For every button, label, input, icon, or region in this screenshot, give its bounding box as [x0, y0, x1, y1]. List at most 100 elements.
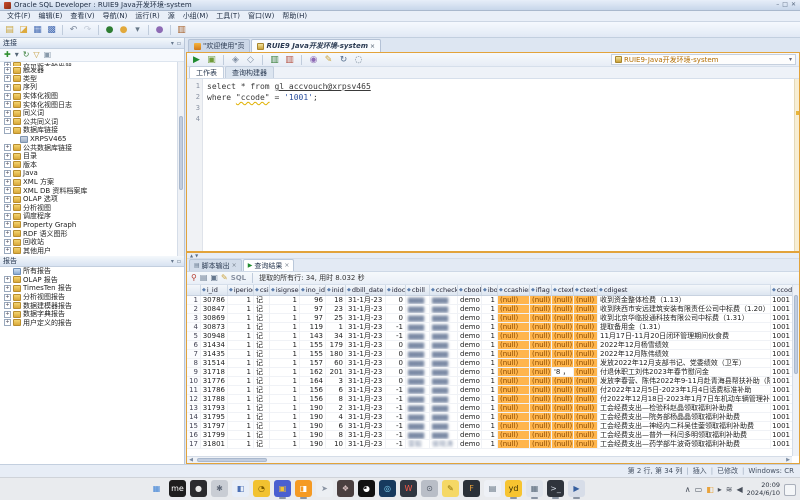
table-cell[interactable]: 1 — [228, 377, 254, 385]
table-cell[interactable]: 1 — [228, 422, 254, 430]
sort-icon[interactable]: ◆ — [553, 287, 557, 293]
table-cell[interactable]: 收到陕西市安远建筑安装有限责任公司中标费（1.20） — [598, 305, 771, 313]
commit-icon[interactable]: ▥ — [268, 53, 281, 66]
table-cell[interactable]: (null) — [574, 323, 598, 331]
sort-icon[interactable]: ◆ — [202, 287, 206, 293]
tray-network-icon[interactable]: ≋ — [726, 485, 733, 494]
table-cell[interactable]: 31-1月-23 — [346, 431, 386, 439]
warning-marker[interactable] — [796, 111, 799, 115]
table-cell[interactable]: 1 — [482, 314, 498, 322]
table-cell[interactable]: (null) — [530, 368, 552, 376]
print-icon[interactable]: ▤ — [200, 274, 208, 282]
editor-tab[interactable]: RUIE9 Java开发环境-system× — [251, 39, 381, 52]
table-cell[interactable]: 0 — [386, 377, 406, 385]
table-cell[interactable]: 201 — [326, 368, 346, 376]
tray-volume-icon[interactable]: ◀ — [737, 485, 743, 494]
table-cell[interactable]: -1 — [386, 332, 406, 340]
table-cell[interactable]: 1 — [482, 350, 498, 358]
sort-icon[interactable]: ◆ — [407, 287, 411, 293]
table-cell[interactable]: 97 — [300, 314, 326, 322]
table-cell[interactable]: (null) — [574, 314, 598, 322]
table-cell[interactable]: 1 — [228, 404, 254, 412]
table-cell[interactable]: (null) — [552, 359, 574, 367]
table-cell[interactable]: demo — [458, 332, 482, 340]
table-cell[interactable]: 1 — [228, 395, 254, 403]
table-cell[interactable]: 190 — [300, 413, 326, 421]
table-cell[interactable]: ▆▆▆ — [406, 395, 430, 403]
table-cell[interactable]: ▆▆▆ — [430, 332, 458, 340]
table-cell[interactable]: 1 — [482, 377, 498, 385]
forward-icon[interactable]: ● — [117, 23, 130, 36]
table-cell[interactable]: (null) — [552, 440, 574, 448]
table-cell[interactable]: (null) — [574, 359, 598, 367]
table-cell[interactable]: (null) — [530, 359, 552, 367]
table-cell[interactable]: (null) — [574, 386, 598, 394]
minimize-icon[interactable]: – — [776, 2, 779, 8]
table-cell[interactable]: ▆▆▆ — [406, 323, 430, 331]
app-plane[interactable]: ➤ — [316, 480, 333, 497]
expander-icon[interactable]: + — [4, 161, 11, 168]
table-cell[interactable]: 发放2022年12月支部书记、党委绩效（卫军） — [598, 359, 771, 367]
table-cell[interactable]: (null) — [530, 440, 552, 448]
table-cell[interactable]: ▆▆▆ — [430, 386, 458, 394]
tree-item[interactable]: +调度程序 — [0, 212, 177, 221]
table-cell[interactable]: 1 — [482, 422, 498, 430]
worksheet-subtab[interactable]: 查询构建器 — [225, 66, 274, 78]
table-cell[interactable]: 1001 — [771, 377, 792, 385]
table-cell[interactable]: 1 — [482, 440, 498, 448]
table-cell[interactable]: (null) — [498, 440, 530, 448]
app-sync[interactable]: ⊙ — [421, 480, 438, 497]
expander-icon[interactable]: + — [4, 170, 11, 177]
table-cell[interactable]: 付退休职工刘伟2023年春节慰问金 — [598, 368, 771, 376]
table-row[interactable]: 14317951记1190431-1月-23-1▆▆▆▆▆▆demo1(null… — [187, 413, 792, 422]
table-row[interactable]: 10317761记1164331-1月-230▆▆▆▆▆▆demo1(null)… — [187, 377, 792, 386]
table-cell[interactable]: 1 — [482, 395, 498, 403]
table-cell[interactable]: 记 — [254, 368, 270, 376]
table-cell[interactable]: 157 — [300, 359, 326, 367]
menu-item[interactable]: 帮助(H) — [278, 11, 311, 21]
table-row[interactable]: 8315141记11576031-1月-230▆▆▆▆▆▆demo1(null)… — [187, 359, 792, 368]
table-cell[interactable]: ▆▆▆ — [430, 395, 458, 403]
column-header[interactable]: ◆iperiod — [228, 285, 254, 295]
table-cell[interactable]: 2022年12月陈伟绩效 — [598, 350, 771, 358]
open-folder-icon[interactable]: ◪ — [17, 23, 30, 36]
table-row[interactable]: 12317881记1156831-1月-23-1▆▆▆▆▆▆demo1(null… — [187, 395, 792, 404]
table-cell[interactable]: ▆▆▆ — [430, 305, 458, 313]
expander-icon[interactable]: + — [4, 213, 11, 220]
table-cell[interactable]: 收到资金整体检费（1.13） — [598, 296, 771, 304]
table-cell[interactable]: 30869 — [201, 314, 228, 322]
table-cell[interactable]: 31-1月-23 — [346, 386, 386, 394]
table-cell[interactable]: 0 — [386, 359, 406, 367]
panel-float-icon[interactable]: ▫ — [177, 40, 181, 47]
table-cell[interactable]: demo — [458, 422, 482, 430]
app-print[interactable]: ▦ — [526, 480, 543, 497]
table-cell[interactable]: 1001 — [771, 440, 792, 448]
table-cell[interactable]: 1001 — [771, 431, 792, 439]
table-cell[interactable]: 31-1月-23 — [346, 404, 386, 412]
app-qq[interactable]: ◕ — [358, 480, 375, 497]
sort-icon[interactable]: ◆ — [531, 287, 535, 293]
table-cell[interactable]: 1 — [270, 395, 300, 403]
table-cell[interactable]: 3 — [326, 377, 346, 385]
table-cell[interactable]: 付2022年12月18日-2023年1月7日车机动车辆管理补助 — [598, 395, 771, 403]
table-cell[interactable]: demo — [458, 431, 482, 439]
table-cell[interactable]: demo — [458, 305, 482, 313]
table-cell[interactable]: 31795 — [201, 413, 228, 421]
table-cell[interactable]: (null) — [530, 413, 552, 421]
table-cell[interactable]: (null) — [552, 296, 574, 304]
forward-dropdown-icon[interactable]: ▾ — [131, 23, 144, 36]
table-cell[interactable]: 2 — [326, 404, 346, 412]
table-cell[interactable]: 1001 — [771, 323, 792, 331]
table-cell[interactable]: ▆▆▆ — [430, 368, 458, 376]
edit-pencil-icon[interactable]: ✎ — [221, 274, 228, 282]
menu-item[interactable]: 工具(T) — [212, 11, 244, 21]
table-cell[interactable]: (null) — [574, 440, 598, 448]
table-cell[interactable]: 190 — [300, 422, 326, 430]
table-cell[interactable]: -1 — [386, 422, 406, 430]
table-row[interactable]: 11317861记1156631-1月-23-1▆▆▆▆▆▆demo1(null… — [187, 386, 792, 395]
table-cell[interactable]: (null) — [552, 341, 574, 349]
table-cell[interactable]: demo — [458, 440, 482, 448]
app-folder-f[interactable]: F — [463, 480, 480, 497]
app-settings[interactable]: ✱ — [211, 480, 228, 497]
table-cell[interactable]: 收到北京华临投通科技有限公司中标费（1.31） — [598, 314, 771, 322]
